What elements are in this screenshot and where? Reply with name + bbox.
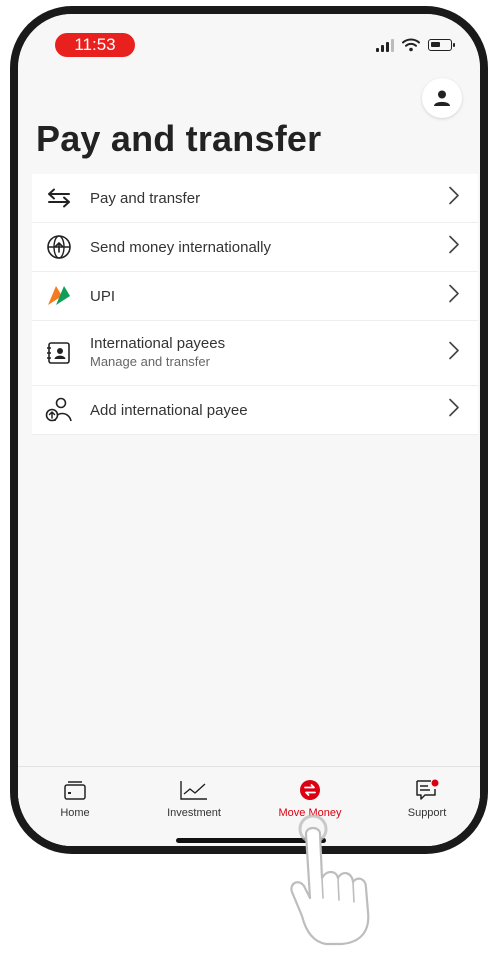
menu-item-label: Pay and transfer	[90, 189, 201, 207]
menu-item-international-payees[interactable]: International payees Manage and transfer	[32, 321, 478, 386]
upi-logo-icon	[44, 281, 74, 311]
menu-item-add-international-payee[interactable]: Add international payee	[32, 386, 478, 435]
bottom-nav: Home Investment Move Money Support	[18, 766, 480, 846]
page-title: Pay and transfer	[36, 118, 322, 159]
person-icon	[434, 90, 450, 106]
move-money-icon	[299, 779, 321, 801]
menu-item-text: International payees Manage and transfer	[90, 335, 225, 369]
profile-button[interactable]	[422, 78, 462, 118]
status-time: 11:53	[55, 33, 135, 57]
add-payee-icon	[44, 395, 74, 425]
chevron-right-icon	[448, 235, 460, 260]
menu-item-send-money-internationally[interactable]: Send money internationally	[32, 223, 478, 272]
globe-icon	[44, 232, 74, 262]
menu-item-label: Add international payee	[90, 401, 248, 419]
menu-item-label: Send money internationally	[90, 238, 271, 256]
menu-item-label: International payees	[90, 335, 226, 352]
phone-frame: 11:53 Pay and transfer Pay and transfer …	[10, 6, 488, 854]
chart-line-icon	[179, 779, 209, 801]
contact-card-icon	[44, 338, 74, 368]
nav-label: Investment	[167, 807, 221, 819]
menu-item-sublabel: Manage and transfer	[90, 354, 210, 369]
chevron-right-icon	[448, 341, 460, 366]
menu-item-pay-and-transfer[interactable]: Pay and transfer	[32, 174, 478, 223]
arrows-swap-icon	[44, 183, 74, 213]
nav-investment[interactable]: Investment	[139, 767, 249, 827]
status-icons	[376, 38, 455, 52]
nav-home[interactable]: Home	[20, 767, 130, 827]
status-bar: 11:53	[18, 14, 480, 74]
tap-hand-icon	[290, 814, 370, 946]
phone-screen: 11:53 Pay and transfer Pay and transfer …	[18, 14, 480, 846]
signal-icon	[376, 38, 394, 52]
battery-icon	[428, 39, 455, 51]
wifi-icon	[402, 38, 420, 52]
nav-label: Support	[407, 807, 447, 819]
nav-label: Home	[60, 807, 90, 819]
wallet-icon	[63, 779, 87, 801]
pay-transfer-menu: Pay and transfer Send money internationa…	[32, 174, 478, 435]
chevron-right-icon	[448, 398, 460, 423]
chevron-right-icon	[448, 186, 460, 211]
menu-item-upi[interactable]: UPI	[32, 272, 478, 321]
chevron-right-icon	[448, 284, 460, 309]
menu-item-label: UPI	[90, 287, 116, 305]
chat-support-icon	[414, 779, 440, 801]
